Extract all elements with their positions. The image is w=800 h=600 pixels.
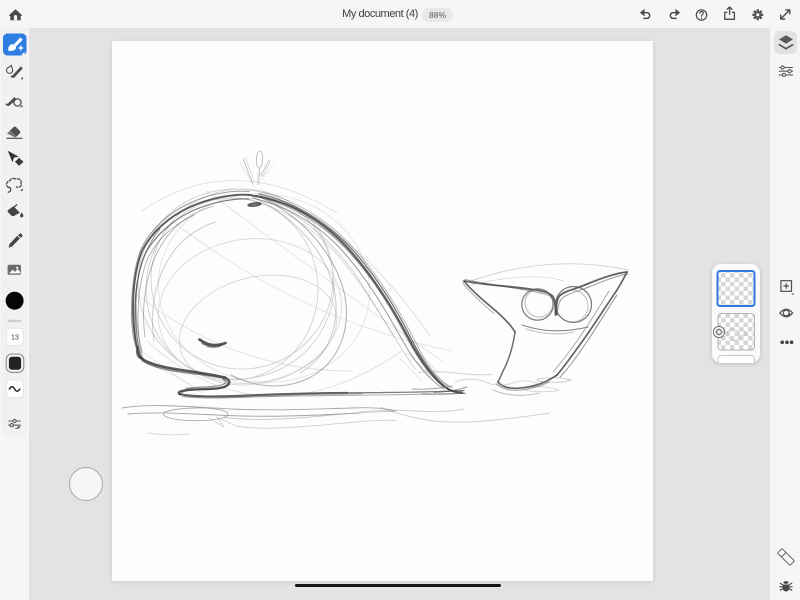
svg-text:13: 13 [11, 335, 19, 342]
